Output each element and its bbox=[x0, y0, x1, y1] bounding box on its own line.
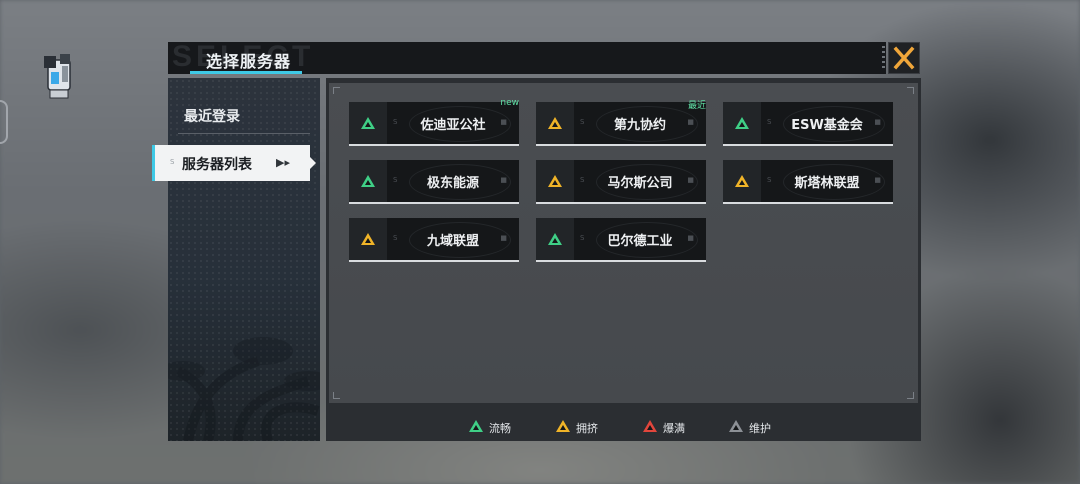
server-select-dialog: SELECT 选择服务器 最近登录 S 服务器列表 ▶▸ S ■ 佐迪亚公社 n… bbox=[152, 40, 921, 441]
server-card[interactable]: S ■ 佐迪亚公社 new bbox=[349, 98, 519, 146]
server-card[interactable]: S ■ 第九协约 最近 bbox=[536, 101, 706, 146]
robot-avatar-icon bbox=[44, 54, 71, 99]
status-triangle-icon bbox=[728, 419, 744, 436]
status-triangle-icon bbox=[723, 160, 761, 202]
plant-decoration bbox=[168, 337, 320, 441]
server-name: 斯塔林联盟 bbox=[794, 176, 860, 191]
status-triangle-icon bbox=[349, 160, 387, 202]
sidebar-item-server-list[interactable]: S 服务器列表 ▶▸ bbox=[152, 145, 316, 181]
server-card[interactable]: S ■ 马尔斯公司 bbox=[536, 160, 706, 204]
status-triangle-icon bbox=[536, 160, 574, 202]
legend-label: 爆满 bbox=[663, 421, 685, 435]
legend-item: 维护 bbox=[728, 419, 771, 436]
sidebar-divider bbox=[178, 133, 310, 134]
server-name: ESW基金会 bbox=[791, 118, 863, 133]
status-triangle-icon bbox=[468, 419, 484, 436]
status-triangle-icon bbox=[349, 218, 387, 260]
status-triangle-icon bbox=[536, 218, 574, 260]
server-card[interactable]: S ■ 巴尔德工业 bbox=[536, 218, 706, 262]
server-name: 第九协约 bbox=[613, 118, 666, 133]
active-indicator bbox=[152, 145, 155, 181]
server-card[interactable]: S ■ ESW基金会 bbox=[723, 102, 893, 146]
sidebar: 最近登录 bbox=[168, 78, 320, 441]
status-legend: 流畅 拥挤 爆满 维护 bbox=[326, 411, 921, 441]
title-divider bbox=[882, 46, 885, 70]
server-name: 马尔斯公司 bbox=[607, 176, 673, 191]
server-card[interactable]: S ■ 斯塔林联盟 bbox=[723, 160, 893, 204]
close-icon bbox=[893, 46, 915, 70]
status-triangle-icon bbox=[536, 102, 574, 144]
server-list-panel: S ■ 佐迪亚公社 new S ■ 第九协约 最近 S ■ ESW基金会 S ■ 极东能源 S ■ 马尔斯公司 S… bbox=[326, 78, 921, 441]
close-button[interactable] bbox=[888, 42, 920, 74]
server-card[interactable]: S ■ 极东能源 bbox=[349, 160, 519, 204]
legend-label: 拥挤 bbox=[576, 421, 598, 435]
legend-label: 维护 bbox=[749, 421, 771, 435]
dialog-titlebar: SELECT 选择服务器 bbox=[168, 40, 886, 74]
server-name: 极东能源 bbox=[426, 176, 479, 191]
legend-label: 流畅 bbox=[489, 421, 511, 435]
legend-item: 爆满 bbox=[642, 419, 685, 436]
server-name: 佐迪亚公社 bbox=[420, 118, 486, 133]
dialog-title: 选择服务器 bbox=[206, 52, 292, 71]
legend-item: 流畅 bbox=[468, 419, 511, 436]
server-name: 九域联盟 bbox=[426, 234, 479, 249]
double-chevron-right-icon: ▶▸ bbox=[276, 156, 290, 169]
status-triangle-icon bbox=[555, 419, 571, 436]
server-tag: new bbox=[500, 98, 519, 108]
status-triangle-icon bbox=[642, 419, 658, 436]
title-underline bbox=[190, 71, 302, 74]
server-tag: 最近 bbox=[687, 101, 706, 111]
server-card[interactable]: S ■ 九域联盟 bbox=[349, 218, 519, 262]
status-triangle-icon bbox=[349, 102, 387, 144]
sidebar-item-label: 服务器列表 bbox=[182, 157, 252, 173]
status-triangle-icon bbox=[723, 102, 761, 144]
server-name: 巴尔德工业 bbox=[607, 234, 673, 249]
sidebar-item-recent[interactable]: 最近登录 bbox=[184, 106, 240, 126]
side-drawer-handle[interactable] bbox=[0, 100, 8, 144]
legend-item: 拥挤 bbox=[555, 419, 598, 436]
